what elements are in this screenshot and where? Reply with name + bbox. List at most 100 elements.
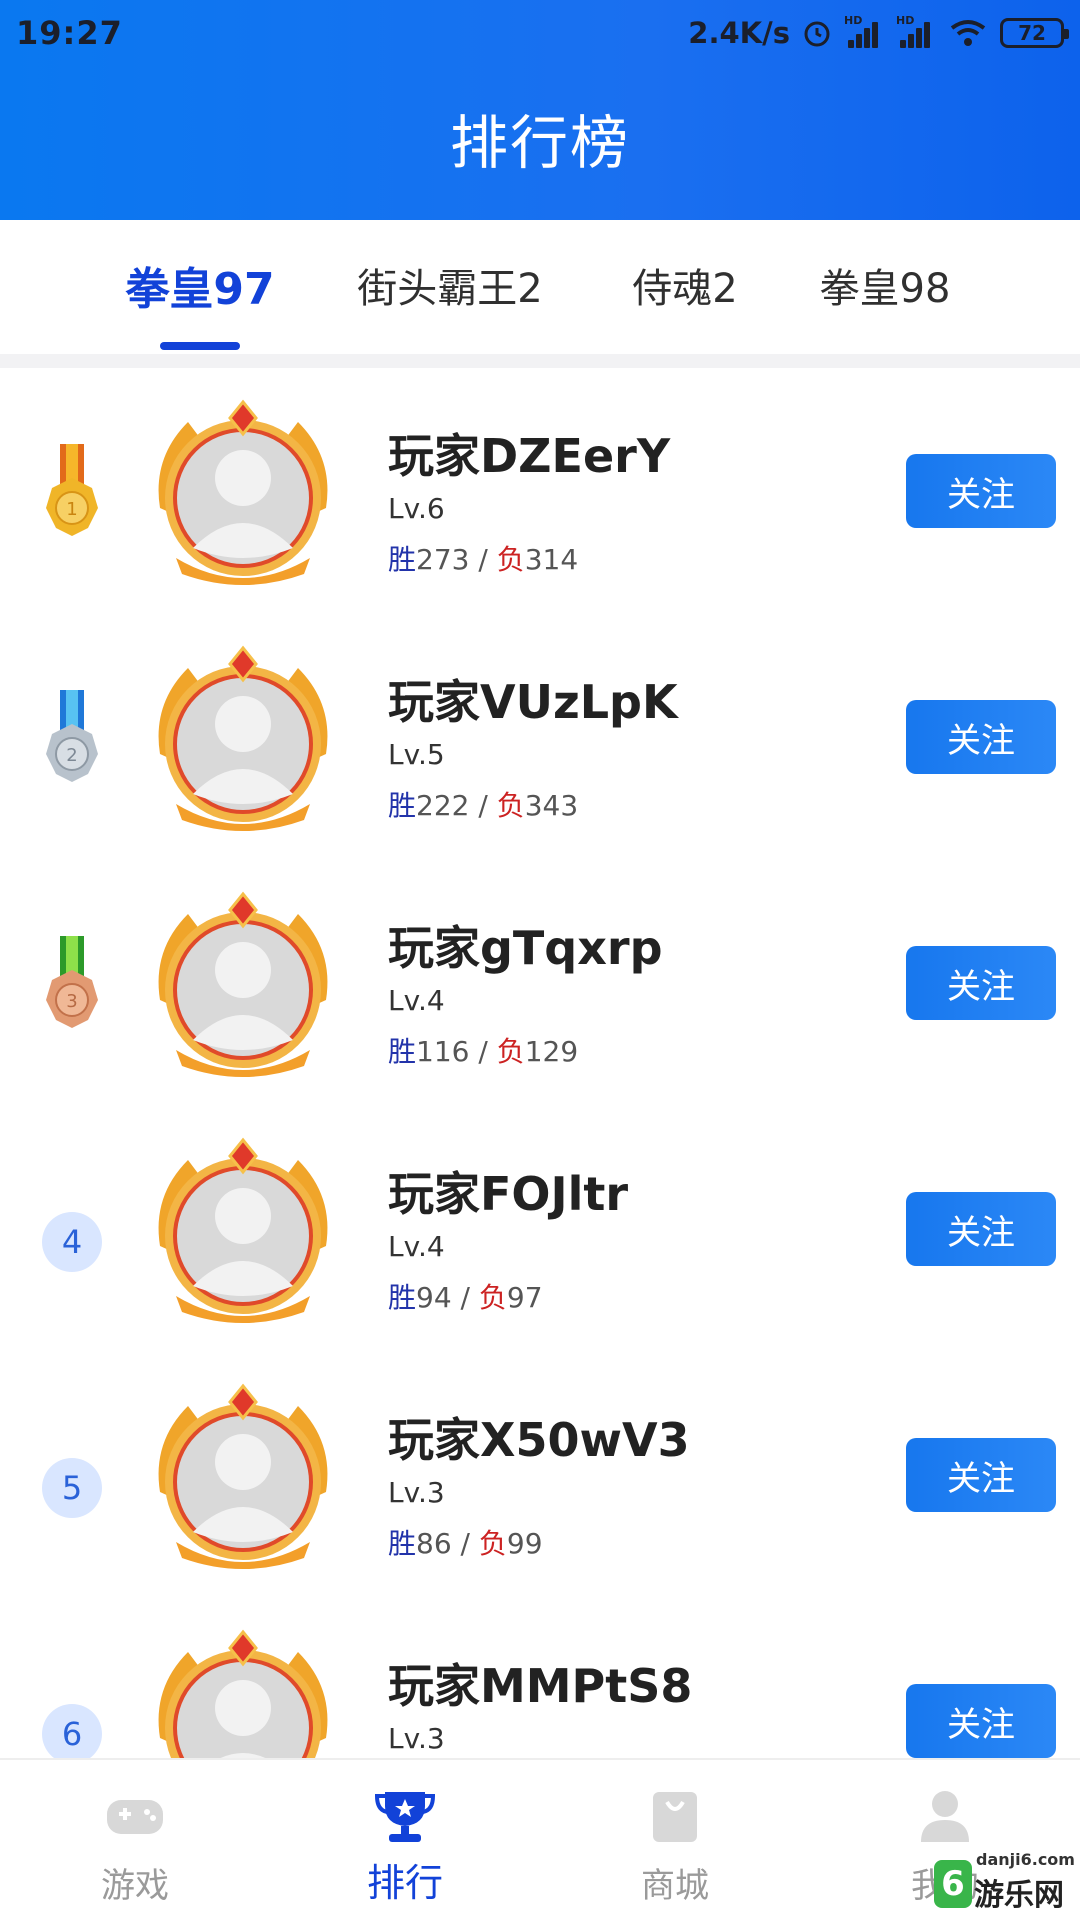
follow-button[interactable]: 关注: [906, 700, 1056, 774]
ranking-list: 1 玩家DZEerY Lv.6 胜273 / 负314 关注 2 玩家VUzLp…: [0, 368, 1080, 1758]
player-name: 玩家MMPtS8: [388, 1659, 693, 1713]
record-separator: /: [451, 1281, 479, 1314]
active-tab-indicator: [160, 342, 240, 350]
rank-badge: 5: [42, 1458, 102, 1518]
rank-badge: 6: [42, 1704, 102, 1758]
loss-count: 343: [524, 789, 579, 822]
player-name: 玩家DZEerY: [388, 429, 671, 483]
player-record: 胜116 / 负129: [388, 1030, 578, 1070]
status-time: 19:27: [16, 14, 123, 52]
svg-text:3: 3: [66, 991, 77, 1012]
player-record: 胜222 / 负343: [388, 784, 578, 824]
win-label: 胜: [388, 543, 417, 576]
player-level: Lv.4: [388, 984, 445, 1017]
loss-label: 负: [496, 789, 525, 822]
section-divider: [0, 354, 1080, 368]
record-separator: /: [451, 1527, 479, 1560]
trophy-icon: [375, 1792, 435, 1842]
signal-icon: HD: [844, 14, 884, 48]
loss-count: 129: [524, 1035, 579, 1068]
avatar: [158, 891, 328, 1077]
win-label: 胜: [388, 1281, 417, 1314]
game-tabs: 拳皇97 街头霸王2 侍魂2 拳皇98: [0, 220, 1080, 354]
watermark-url: danji6.com: [976, 1850, 1075, 1869]
battery-icon: 72: [1000, 18, 1069, 48]
ranking-row: 5 玩家X50wV3 Lv.3 胜86 / 负99 关注: [0, 1352, 1080, 1598]
network-speed: 2.4K/s: [688, 16, 790, 50]
silver-medal-icon: 2: [46, 690, 98, 782]
follow-button[interactable]: 关注: [906, 454, 1056, 528]
nav-shop[interactable]: 商城: [575, 1760, 775, 1920]
record-separator: /: [469, 543, 497, 576]
win-count: 86: [416, 1527, 452, 1560]
svg-text:2: 2: [66, 745, 77, 766]
svg-text:1: 1: [66, 499, 77, 520]
tab-samurai-shodown-2[interactable]: 侍魂2: [620, 250, 750, 320]
win-label: 胜: [388, 1035, 417, 1068]
follow-button[interactable]: 关注: [906, 1192, 1056, 1266]
win-count: 116: [416, 1035, 470, 1068]
ranking-row: 6 玩家MMPtS8 Lv.3 关注: [0, 1598, 1080, 1758]
bronze-medal-icon: 3: [46, 936, 98, 1028]
player-name: 玩家FOJltr: [388, 1167, 629, 1221]
signal-icon-2: HD: [896, 14, 936, 48]
player-level: Lv.4: [388, 1230, 445, 1263]
record-separator: /: [469, 789, 497, 822]
follow-button[interactable]: 关注: [906, 1684, 1056, 1758]
nav-games[interactable]: 游戏: [35, 1760, 235, 1920]
follow-button[interactable]: 关注: [906, 1438, 1056, 1512]
watermark: 6 danji6.com 游乐网: [934, 1850, 1075, 1916]
tab-street-fighter-2[interactable]: 街头霸王2: [350, 250, 550, 320]
loss-count: 97: [506, 1281, 543, 1314]
watermark-logo: 6: [934, 1860, 972, 1908]
player-name: 玩家gTqxrp: [388, 921, 663, 975]
nav-ranking[interactable]: 排行: [305, 1760, 505, 1920]
win-label: 胜: [388, 789, 417, 822]
tab-kof97[interactable]: 拳皇97: [120, 250, 280, 320]
player-level: Lv.3: [388, 1476, 445, 1509]
player-level: Lv.5: [388, 738, 445, 771]
wifi-icon: [950, 20, 986, 46]
loss-label: 负: [478, 1527, 507, 1560]
player-record: 胜86 / 负99: [388, 1522, 543, 1562]
player-record: 胜94 / 负97: [388, 1276, 543, 1316]
nav-label: 排行: [366, 1861, 443, 1905]
status-icons: 2.4K/s HD HD 72: [688, 14, 1069, 50]
win-count: 222: [416, 789, 470, 822]
avatar: [158, 1629, 328, 1758]
loss-count: 314: [524, 543, 579, 576]
status-bar: 19:27 2.4K/s HD HD 72: [0, 0, 1080, 66]
avatar: [158, 1137, 328, 1323]
rank-badge: 4: [42, 1212, 102, 1272]
win-label: 胜: [388, 1527, 417, 1560]
watermark-text: 游乐网: [974, 1878, 1064, 1913]
nav-label: 游戏: [101, 1866, 169, 1906]
win-count: 273: [416, 543, 470, 576]
avatar: [158, 645, 328, 831]
ranking-row: 2 玩家VUzLpK Lv.5 胜222 / 负343 关注: [0, 614, 1080, 860]
loss-count: 99: [506, 1527, 543, 1560]
win-count: 94: [416, 1281, 452, 1314]
player-level: Lv.3: [388, 1722, 445, 1755]
record-separator: /: [469, 1035, 497, 1068]
follow-button[interactable]: 关注: [906, 946, 1056, 1020]
alarm-icon: [804, 21, 830, 47]
loss-label: 负: [478, 1281, 507, 1314]
ranking-row: 1 玩家DZEerY Lv.6 胜273 / 负314 关注: [0, 368, 1080, 614]
leaderboard-screen: 19:27 2.4K/s HD HD 72 排行榜 拳皇97 街头霸王2 侍魂2…: [0, 0, 1080, 1920]
app-header: 19:27 2.4K/s HD HD 72 排行榜: [0, 0, 1080, 220]
player-record: 胜273 / 负314: [388, 538, 578, 578]
ranking-row: 4 玩家FOJltr Lv.4 胜94 / 负97 关注: [0, 1106, 1080, 1352]
player-name: 玩家X50wV3: [388, 1413, 690, 1467]
avatar: [158, 1383, 328, 1569]
gold-medal-icon: 1: [46, 444, 98, 536]
avatar: [158, 399, 328, 585]
tab-kof98[interactable]: 拳皇98: [815, 250, 955, 320]
gamepad-icon: [107, 1800, 163, 1834]
nav-label: 商城: [641, 1866, 709, 1906]
bottom-nav: 游戏 排行 商城 我的: [0, 1758, 1080, 1920]
shopping-bag-icon: [653, 1792, 697, 1842]
player-level: Lv.6: [388, 492, 445, 525]
ranking-row: 3 玩家gTqxrp Lv.4 胜116 / 负129 关注: [0, 860, 1080, 1106]
player-name: 玩家VUzLpK: [388, 675, 678, 729]
